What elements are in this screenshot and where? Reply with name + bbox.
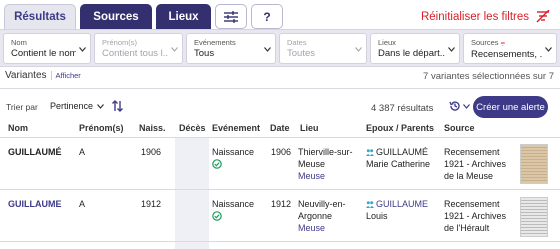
chevron-down-icon: [355, 47, 362, 52]
check-circle-icon: [212, 211, 222, 221]
row-firstname: A: [79, 199, 86, 209]
tab-lieux[interactable]: Lieux: [156, 4, 211, 29]
create-alert-button[interactable]: Créer une alerte: [473, 96, 548, 118]
row-divider: [0, 137, 560, 138]
filter-active-icon: ⩦: [500, 38, 506, 47]
filter-label: Sources ⩦: [471, 38, 542, 48]
filter-bar: Nom Contient le nom Prénom(s) Contient t…: [0, 29, 560, 67]
row-spouse-line2: Marie Catherine: [366, 159, 431, 169]
sort-select[interactable]: Pertinence: [50, 101, 104, 111]
variants-label: Variantes: [5, 70, 47, 81]
filter-value: Recensements, ...: [471, 49, 542, 60]
tab-bar: Résultats Sources Lieux ?: [4, 4, 283, 29]
check-circle-icon: [212, 159, 222, 169]
column-header-evenement[interactable]: Evénement: [212, 123, 260, 133]
reset-filters-label: Réinitialiser les filtres: [420, 10, 529, 23]
tab-results[interactable]: Résultats: [4, 4, 76, 29]
document-thumbnail[interactable]: [520, 144, 548, 184]
column-header-source[interactable]: Source: [444, 123, 475, 133]
chevron-down-icon: [264, 47, 271, 52]
table-header: Nom Prénom(s) Naiss. Décès Evénement Dat…: [0, 123, 560, 137]
row-department-link[interactable]: Meuse: [298, 222, 325, 235]
filter-label: Lieux: [378, 38, 396, 47]
filter-lieux[interactable]: Lieux Dans le départ...: [370, 33, 460, 64]
chevron-down-icon: [171, 47, 178, 52]
sort-arrows-icon: [112, 100, 123, 112]
row-department-link[interactable]: Meuse: [298, 170, 325, 183]
chevron-down-icon: [97, 103, 104, 109]
column-header-deces[interactable]: Décès: [179, 123, 206, 133]
filter-dates[interactable]: Dates Toutes: [279, 33, 367, 64]
chevron-down-icon: [448, 47, 455, 52]
history-icon: [449, 101, 460, 111]
row-spouse-name: GUILLAUMÉ: [376, 147, 429, 157]
filter-value: Toutes: [287, 48, 315, 59]
help-button[interactable]: ?: [251, 4, 283, 29]
sort-order-button[interactable]: [112, 100, 123, 115]
row-divider: [0, 241, 560, 242]
row-source-line3: de la Meuse: [444, 171, 494, 181]
filter-value: Dans le départ...: [378, 48, 445, 59]
chevron-down-icon: [79, 47, 86, 52]
filter-sources[interactable]: Sources ⩦ Recensements, ...: [463, 33, 557, 64]
filter-value: Contient le nom: [11, 48, 76, 59]
row-divider: [0, 189, 560, 190]
filter-prenom[interactable]: Prénom(s) Contient tous l...: [94, 33, 183, 64]
filter-label: Evénements: [194, 38, 236, 47]
people-icon: [366, 201, 374, 208]
variants-section: Variantes Afficher: [5, 70, 81, 81]
sort-value: Pertinence: [50, 101, 94, 111]
document-thumbnail[interactable]: [520, 197, 548, 237]
sort-label: Trier par: [6, 102, 38, 112]
filter-value: Tous: [194, 48, 215, 59]
results-count: 4 387 résultats: [371, 103, 434, 114]
column-header-prenom[interactable]: Prénom(s): [79, 123, 124, 133]
row-firstname: A: [79, 147, 86, 157]
people-icon: [366, 149, 374, 156]
filter-label: Prénom(s): [102, 38, 138, 47]
row-spouse-line2: Louis: [366, 211, 388, 221]
variants-count: 7 variantes sélectionnées sur 7: [423, 71, 554, 82]
reset-filters-button[interactable]: Réinitialiser les filtres: [421, 10, 550, 23]
row-event: Naissance: [212, 147, 255, 157]
filter-off-icon: [536, 10, 550, 23]
column-header-epoux[interactable]: Epoux / Parents: [366, 123, 434, 133]
row-spouse-name: GUILLAUME: [376, 199, 429, 209]
chevron-down-icon: [463, 103, 470, 109]
row-source-line3: de l'Hérault: [444, 223, 490, 233]
row-name[interactable]: GUILLAUME: [8, 198, 62, 211]
show-variants-link[interactable]: Afficher: [50, 71, 81, 80]
row-birth: 1906: [141, 147, 162, 157]
sliders-icon: [224, 10, 238, 23]
filter-evenements[interactable]: Evénements Tous: [186, 33, 276, 64]
filter-label-text: Sources: [471, 38, 499, 47]
row-name[interactable]: GUILLAUMÉ: [8, 146, 62, 159]
row-date: 1906: [271, 147, 292, 157]
filter-settings-button[interactable]: [215, 4, 247, 29]
column-header-naissance[interactable]: Naiss.: [139, 123, 166, 133]
column-header-lieu[interactable]: Lieu: [300, 123, 319, 133]
tab-sources[interactable]: Sources: [80, 4, 152, 29]
chevron-down-icon: [545, 47, 552, 52]
deces-column-highlight: [175, 137, 209, 249]
filter-nom[interactable]: Nom Contient le nom: [3, 33, 91, 64]
filter-value: Contient tous l...: [102, 48, 168, 59]
history-button[interactable]: [449, 100, 470, 112]
filter-label: Nom: [11, 38, 27, 47]
divider: [0, 88, 560, 89]
column-header-date[interactable]: Date: [270, 123, 290, 133]
row-date: 1912: [271, 199, 292, 209]
row-event: Naissance: [212, 199, 255, 209]
filter-label: Dates: [287, 38, 307, 47]
column-header-nom[interactable]: Nom: [8, 123, 28, 133]
row-birth: 1912: [141, 199, 162, 209]
